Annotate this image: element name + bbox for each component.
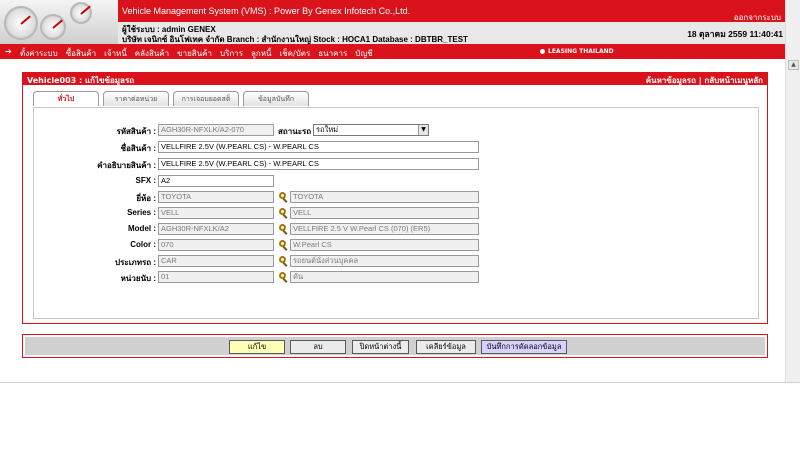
menu-item-settings[interactable]: ตั้งค่าระบบ [20, 47, 58, 60]
general-form: รหัสสินค้า : AGH30R-NFXLK/A2-070 สถานะรถ… [33, 107, 759, 319]
delete-button[interactable]: ลบ [290, 340, 346, 354]
brand-code-field[interactable]: TOYOTA [158, 191, 274, 203]
row-model: Model : AGH30R-NFXLK/A2 VELLFIRE 2.5 V W… [34, 223, 760, 235]
datetime: 18 ตุลาคม 2559 11:40:41 [687, 29, 783, 39]
row-product-name: ชื่อสินค้า : VELLFIRE 2.5V (W.PEARL CS) … [34, 141, 760, 153]
product-code-label: รหัสสินค้า : [116, 127, 156, 136]
logout-link[interactable]: ออกจากระบบ [734, 11, 781, 24]
panel-links[interactable]: ค้นหาข้อมูลรถ | กลับหน้าเมนูหลัก [646, 74, 763, 87]
tab-general[interactable]: ทั่วไป [33, 91, 99, 106]
brand-label: ยี่ห้อ : [136, 194, 156, 203]
search-icon[interactable] [278, 208, 288, 219]
series-code-field[interactable]: VELL [158, 207, 274, 219]
company-line: บริษัท เจนิกซ์ อินโฟเทค จำกัด Branch : ส… [122, 35, 468, 44]
search-icon[interactable] [278, 240, 288, 251]
gauges-logo [0, 0, 118, 44]
menu-item-account[interactable]: บัญชี [355, 47, 372, 60]
menu-item-purchase[interactable]: ซื้อสินค้า [66, 47, 96, 60]
tab-unit-price[interactable]: ราคาต่อหน่วย [103, 91, 169, 106]
panel-title-bar: Vehicle003 : แก้ไขข้อมูลรถ ค้นหาข้อมูลรถ… [23, 73, 767, 85]
menu-item-payable[interactable]: เจ้าหนี้ [104, 47, 127, 60]
close-window-button[interactable]: ปิดหน้าต่างนี้ [352, 340, 409, 354]
model-label: Model : [128, 224, 156, 233]
action-bar-inner: แก้ไข ลบ ปิดหน้าต่างนี้ เคลียร์ข้อมูล บั… [25, 337, 765, 355]
sfx-field[interactable]: A2 [158, 175, 274, 187]
product-desc-label: คำอธิบายสินค้า : [97, 161, 156, 170]
unit-label: หน่วยนับ : [120, 274, 156, 283]
page-scrollbar[interactable]: ▲ [785, 0, 800, 383]
row-series: Series : VELL VELL [34, 207, 760, 219]
car-type-label: ประเภทรถ : [115, 258, 156, 267]
row-brand: ยี่ห้อ : TOYOTA TOYOTA [34, 191, 760, 203]
model-code-field[interactable]: AGH30R-NFXLK/A2 [158, 223, 274, 235]
menu-arrow-icon: ➔ [5, 47, 12, 56]
product-code-field[interactable]: AGH30R-NFXLK/A2-070 [158, 124, 274, 136]
menu-item-bank[interactable]: ธนาคาร [318, 47, 347, 60]
copy-log-button[interactable]: บันทึกการคัดลอกข้อมูล [481, 340, 567, 354]
menu-item-sales[interactable]: ขายสินค้า [177, 47, 212, 60]
product-name-label: ชื่อสินค้า : [120, 144, 156, 153]
row-color: Color : 070 W.Pearl CS [34, 239, 760, 251]
row-unit: หน่วยนับ : 01 คัน [34, 271, 760, 283]
divider [0, 382, 800, 383]
user-line: ผู้ใช้ระบบ : admin GENEX [122, 25, 216, 34]
leasing-label: LEASING THAILAND [540, 48, 614, 55]
car-status-label: สถานะรถ : [278, 127, 317, 136]
search-icon[interactable] [278, 256, 288, 267]
menu-item-cheque[interactable]: เช็ค/บัตร [280, 47, 311, 60]
series-name-field: VELL [290, 207, 479, 219]
tab-strip: ทั่วไป ราคาต่อหน่วย การเจอบยอดสต็อก ข้อม… [33, 91, 309, 117]
car-status-value: รถใหม่ [316, 125, 339, 134]
vms-page: Vehicle Management System (VMS) : Power … [0, 0, 800, 450]
gauge-icon [4, 6, 38, 40]
app-header: Vehicle Management System (VMS) : Power … [0, 0, 785, 44]
panel-title: Vehicle003 : แก้ไขข้อมูลรถ [27, 76, 135, 85]
row-product-desc: คำอธิบายสินค้า : VELLFIRE 2.5V (W.PEARL … [34, 158, 760, 170]
color-code-field[interactable]: 070 [158, 239, 274, 251]
tab-stock[interactable]: การเจอบยอดสต็อก [173, 91, 239, 117]
model-name-field: VELLFIRE 2.5 V W.Pearl CS (070) (ER5) [290, 223, 479, 235]
product-desc-field[interactable]: VELLFIRE 2.5V (W.PEARL CS) - W.PEARL CS [158, 158, 479, 170]
unit-name-field: คัน [290, 271, 479, 283]
main-menu: ➔ ตั้งค่าระบบ ซื้อสินค้า เจ้าหนี้ คลังสิ… [0, 44, 785, 59]
row-car-type: ประเภทรถ : CAR รถยนต์นั่งส่วนบุคคล [34, 255, 760, 267]
title-bar: Vehicle Management System (VMS) : Power … [118, 0, 785, 22]
brand-name-field: TOYOTA [290, 191, 479, 203]
color-label: Color : [130, 240, 156, 249]
row-product-code: รหัสสินค้า : AGH30R-NFXLK/A2-070 สถานะรถ… [34, 124, 760, 136]
app-title: Vehicle Management System (VMS) : Power … [122, 6, 411, 16]
leasing-text: LEASING THAILAND [548, 48, 614, 55]
series-label: Series : [127, 208, 156, 217]
gauge-icon [70, 2, 92, 24]
unit-code-field[interactable]: 01 [158, 271, 274, 283]
gauge-icon [40, 14, 66, 40]
menu-item-service[interactable]: บริการ [220, 47, 243, 60]
sfx-label: SFX : [135, 176, 156, 185]
search-icon[interactable] [278, 272, 288, 283]
car-status-select[interactable]: รถใหม่ ▼ [313, 124, 429, 136]
action-bar: แก้ไข ลบ ปิดหน้าต่างนี้ เคลียร์ข้อมูล บั… [22, 334, 768, 358]
user-info: ผู้ใช้ระบบ : admin GENEX บริษัท เจนิกซ์ … [122, 25, 468, 44]
clear-data-button[interactable]: เคลียร์ข้อมูล [416, 340, 476, 354]
bullet-icon [540, 49, 545, 54]
search-icon[interactable] [278, 224, 288, 235]
car-type-name-field: รถยนต์นั่งส่วนบุคคล [290, 255, 479, 267]
scroll-up-icon[interactable]: ▲ [788, 60, 799, 70]
edit-vehicle-panel: Vehicle003 : แก้ไขข้อมูลรถ ค้นหาข้อมูลรถ… [22, 72, 768, 324]
chevron-down-icon[interactable]: ▼ [418, 125, 428, 135]
row-sfx: SFX : A2 [34, 175, 760, 187]
car-type-code-field[interactable]: CAR [158, 255, 274, 267]
product-name-field[interactable]: VELLFIRE 2.5V (W.PEARL CS) - W.PEARL CS [158, 141, 479, 153]
search-icon[interactable] [278, 192, 288, 203]
color-name-field: W.Pearl CS [290, 239, 479, 251]
tab-record[interactable]: ข้อมูลบันทึก [243, 91, 309, 106]
menu-item-receivable[interactable]: ลูกหนี้ [251, 47, 272, 60]
menu-items: ตั้งค่าระบบ ซื้อสินค้า เจ้าหนี้ คลังสินค… [20, 47, 373, 60]
edit-button[interactable]: แก้ไข [229, 340, 285, 354]
menu-item-inventory[interactable]: คลังสินค้า [135, 47, 169, 60]
